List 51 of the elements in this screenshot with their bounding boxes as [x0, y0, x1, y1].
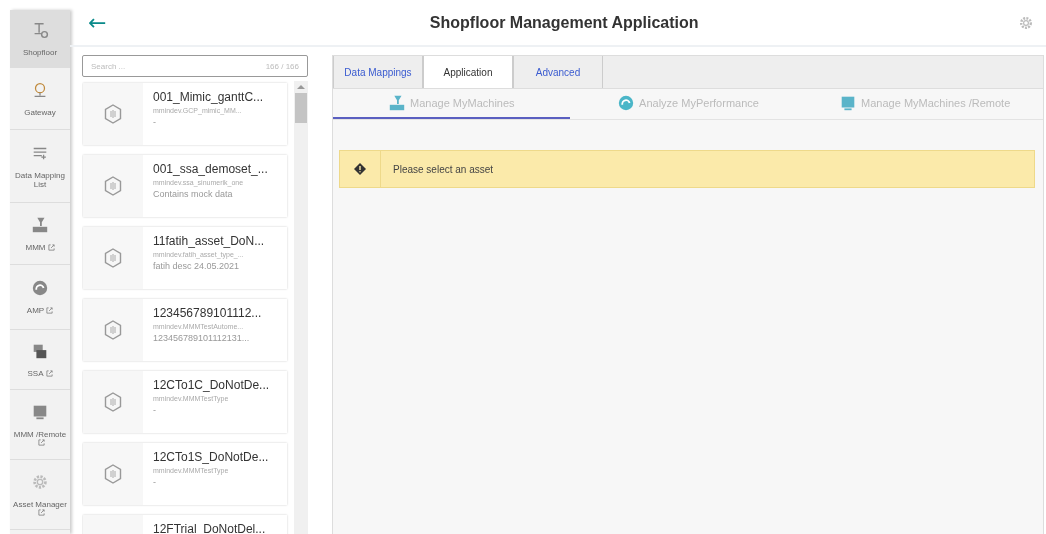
asset-name: 11fatih_asset_DoN... — [153, 234, 265, 248]
tab[interactable]: Data Mappings — [333, 56, 423, 88]
asset-description: 123456789101112131... — [153, 333, 251, 343]
sidebar-label: Gateway — [24, 107, 56, 117]
sidebar-item[interactable]: SSA — [10, 330, 70, 390]
asset-description: - — [153, 405, 157, 415]
monitor-icon — [31, 403, 49, 421]
asset-name: 123456789101112... — [153, 306, 262, 320]
asset-name: 12CTo1S_DoNotDe... — [153, 450, 269, 464]
sidebar-item[interactable]: Gateway — [10, 68, 70, 130]
sidebar-label: Asset Manager — [13, 500, 67, 509]
sidebar-label: AMP — [26, 306, 45, 315]
sidebar-item[interactable]: Data Mapping List — [10, 130, 70, 203]
sidebar-item[interactable]: Asset Manager — [10, 460, 70, 530]
app-title: Shopfloor Management Application — [428, 13, 700, 32]
sidebar-item[interactable]: MMM — [10, 203, 70, 265]
gauge-icon — [617, 94, 636, 112]
sidebar-label: MMM /Remote — [13, 430, 67, 439]
search-placeholder: Search ... — [91, 61, 126, 71]
gear-icon — [31, 473, 49, 491]
alert-message: Please select an asset — [392, 163, 494, 175]
asset-icon — [104, 320, 122, 340]
tab[interactable]: Application — [423, 56, 513, 88]
back-button[interactable]: ← — [84, 10, 111, 35]
asset-name: 12CTo1C_DoNotDe... — [153, 378, 270, 392]
asset-description: - — [153, 117, 157, 127]
machine-icon — [388, 94, 407, 112]
sidebar-label: Shopfloor — [22, 47, 58, 57]
gauge-icon — [31, 279, 49, 297]
tab[interactable]: Advanced — [513, 56, 603, 88]
asset-description: Contains mock data — [153, 189, 234, 199]
asset-name: 001_ssa_demoset_... — [153, 162, 268, 176]
settings-icon[interactable] — [1018, 14, 1034, 31]
asset-icon — [104, 248, 122, 268]
warning-icon — [354, 163, 366, 175]
sidebar-label: MMM — [25, 242, 46, 252]
sidebar-item[interactable]: Shopfloor — [10, 10, 70, 68]
sidebar-item[interactable]: AMP — [10, 265, 70, 330]
sidebar-item[interactable]: MMM /Remote — [10, 390, 70, 460]
sidebar-label: SSA — [27, 368, 44, 378]
result-count: 166 / 166 — [265, 61, 299, 71]
asset-description: - — [153, 477, 157, 487]
asset-name: 001_Mimic_ganttC... — [153, 90, 264, 104]
scrollbar[interactable] — [294, 81, 308, 534]
asset-icon — [104, 392, 122, 412]
asset-icon — [104, 104, 122, 124]
asset-description: fatih desc 24.05.2021 — [153, 261, 241, 271]
asset-icon — [104, 464, 122, 484]
sidebar-label: Data Mapping List — [14, 170, 66, 189]
machine-icon — [31, 215, 49, 234]
asset-icon — [104, 176, 122, 196]
